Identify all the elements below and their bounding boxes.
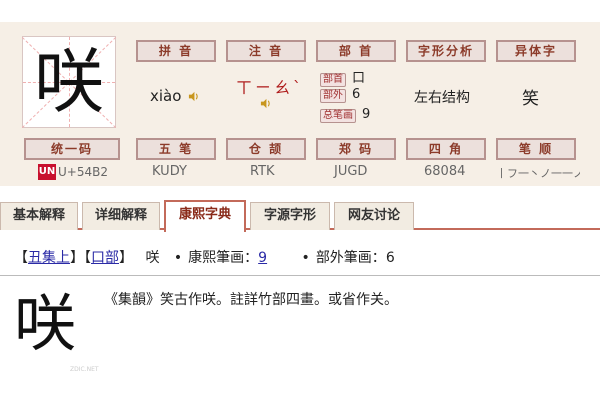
kangxi-stroke-count-link[interactable]: 9	[258, 250, 267, 266]
total-strokes-row: 总笔画 9	[320, 107, 370, 123]
volume-link[interactable]: 丑集上	[28, 250, 70, 266]
unicode-label: 统一码	[24, 138, 120, 160]
structure-label: 字形分析	[406, 40, 486, 62]
radical-row: 部首口	[320, 67, 366, 87]
tab-discussion[interactable]: 网友讨论	[334, 202, 414, 230]
definition-tabs: 基本解释 详细解释 康熙字典 字源字形 网友讨论	[0, 200, 600, 232]
outside-stroke-count: 6	[385, 250, 395, 266]
pinyin-value: xiào	[150, 87, 182, 105]
tab-basic[interactable]: 基本解释	[0, 202, 78, 230]
bullet: •	[301, 250, 310, 266]
radical-link[interactable]: 口部	[91, 250, 119, 266]
sijiao-value: 68084	[424, 164, 466, 179]
wubi-label: 五 笔	[136, 138, 216, 160]
zhuyin-label: 注 音	[226, 40, 306, 62]
watermark: ZDIC.NET	[70, 366, 99, 373]
unicode-value: U+54B2	[58, 165, 108, 179]
tab-etymology[interactable]: 字源字形	[250, 202, 330, 230]
radical-tag: 部首	[320, 73, 346, 87]
outside-strokes-value: 6	[352, 87, 361, 102]
main-character: 咲	[34, 41, 104, 123]
total-strokes-value: 9	[362, 107, 371, 122]
outside-stroke-label: 部外筆画：	[315, 250, 386, 266]
speaker-icon[interactable]	[260, 98, 271, 109]
wubi-value: KUDY	[152, 164, 187, 179]
bracket-open: 【	[84, 250, 91, 266]
zhengma-label: 郑 码	[316, 138, 396, 160]
variant-value[interactable]: 笑	[522, 84, 539, 109]
bracket-close: 】	[70, 250, 84, 266]
zhuyin-value: ㄒㄧㄠˋ	[236, 78, 305, 97]
pinyin-label: 拼 音	[136, 40, 216, 62]
radical-label: 部 首	[316, 40, 396, 62]
cangjie-label: 仓 颉	[226, 138, 306, 160]
char-info-panel: 咲 拼 音 注 音 部 首 字形分析 异体字 xiào ㄒㄧㄠˋ 部首口 部外 6…	[0, 22, 600, 186]
cangjie-value: RTK	[250, 164, 275, 179]
kangxi-stroke-label: 康熙筆画：	[188, 250, 259, 266]
total-strokes-tag: 总笔画	[320, 109, 356, 123]
kangxi-definition-text: 《集韻》笑古作咲。註詳竹部四畫。或省作关。	[104, 292, 398, 308]
outside-strokes-tag: 部外	[320, 89, 346, 103]
bracket-open: 【	[14, 250, 28, 266]
bracket-close: 】	[119, 250, 133, 266]
bullet: •	[173, 250, 183, 266]
tab-kangxi[interactable]: 康熙字典	[164, 200, 246, 232]
sijiao-label: 四 角	[406, 138, 486, 160]
radical-value: 口	[352, 71, 366, 86]
kangxi-character: 咲	[145, 250, 160, 266]
unicode-badge-icon: UN	[38, 164, 56, 180]
tab-detailed[interactable]: 详细解释	[82, 202, 160, 230]
zhengma-value: JUGD	[334, 164, 368, 179]
stroke-order-value: 丨フ一丶ノ一一ノ丶	[496, 167, 580, 180]
variant-label: 异体字	[496, 40, 576, 62]
kangxi-glyph-image: 咲	[14, 287, 77, 360]
outside-strokes-row: 部外 6	[320, 87, 360, 103]
kangxi-header-line: 【丑集上】【口部】 咲 • 康熙筆画：9 • 部外筆画：6	[14, 247, 395, 267]
stroke-order-label: 笔 顺	[496, 138, 576, 160]
character-grid: 咲	[21, 36, 117, 129]
structure-value: 左右结构	[414, 90, 470, 106]
pinyin-value-group: xiào	[150, 87, 199, 105]
divider	[0, 275, 600, 276]
speaker-icon[interactable]	[188, 91, 199, 102]
